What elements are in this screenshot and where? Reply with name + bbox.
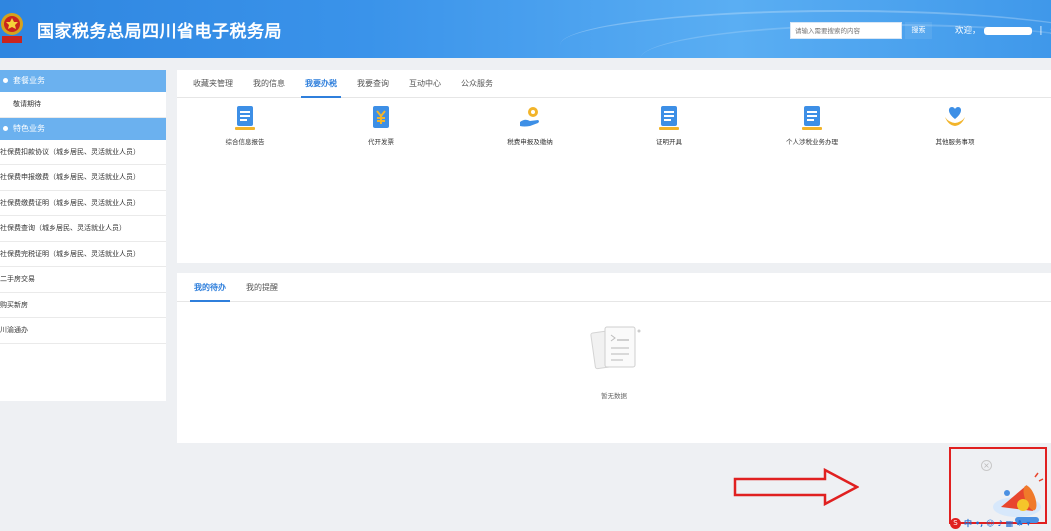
todo-tabs: 我的待办 我的提醒: [177, 273, 1051, 302]
service-personal-tax[interactable]: 个人涉税业务办理: [747, 105, 877, 146]
sidebar-item[interactable]: 购买新房: [0, 293, 166, 318]
invoice-icon: [373, 106, 389, 128]
service-label: 其他服务事项: [935, 138, 975, 146]
sogou-logo-icon[interactable]: S: [950, 518, 961, 529]
sidebar-section-featured[interactable]: 特色业务: [0, 117, 166, 140]
tab-my-info[interactable]: 我的信息: [253, 70, 285, 97]
skin-icon[interactable]: ♣: [1016, 519, 1023, 528]
promo-widget[interactable]: ×: [949, 447, 1047, 524]
tab-interaction[interactable]: 互动中心: [409, 70, 441, 97]
service-invoice[interactable]: 代开发票: [316, 105, 446, 146]
ime-language[interactable]: 中: [964, 518, 972, 529]
certificate-icon: [659, 106, 679, 130]
service-report[interactable]: 综合信息报告: [180, 105, 310, 146]
service-label: 综合信息报告: [225, 138, 265, 146]
service-tax-payment[interactable]: 税费申报及缴纳: [465, 105, 595, 146]
sidebar-item[interactable]: 社保费扣款协议（城乡居民、灵活就业人员）: [0, 140, 166, 165]
ime-toolbar: S 中 •, ☺ ♪ ▦ ♣ ▾: [948, 516, 1051, 531]
welcome-area: 欢迎，|退出: [955, 24, 1051, 36]
sidebar-item[interactable]: 社保费完税证明（城乡居民、灵活就业人员）: [0, 242, 166, 267]
report-icon: [235, 106, 255, 130]
redacted-username: [983, 26, 1032, 35]
service-other[interactable]: 其他服务事项: [890, 105, 1020, 146]
personal-tax-icon: [802, 106, 822, 130]
tab-public-service[interactable]: 公众服务: [461, 70, 493, 97]
sidebar-section-label: 套餐业务: [13, 76, 45, 85]
tab-tax-handling[interactable]: 我要办税: [301, 70, 341, 98]
search-button[interactable]: 搜索: [905, 22, 932, 39]
main-panel: 收藏夹管理 我的信息 我要办税 我要查询 互动中心 公众服务 综合信息报告 代开…: [177, 70, 1051, 263]
sidebar-item[interactable]: 社保费申报缴费（城乡居民、灵活就业人员）: [0, 165, 166, 191]
service-label: 代开发票: [368, 138, 394, 146]
sidebar-item[interactable]: 敬请期待: [0, 92, 166, 118]
tab-my-reminders[interactable]: 我的提醒: [246, 273, 278, 301]
service-label: 税费申报及缴纳: [507, 138, 553, 146]
microphone-icon[interactable]: ♪: [998, 519, 1003, 528]
sidebar-section-package[interactable]: 套餐业务: [0, 70, 166, 92]
main-tabs: 收藏夹管理 我的信息 我要办税 我要查询 互动中心 公众服务: [177, 70, 1051, 98]
punctuation-icon[interactable]: •,: [975, 519, 983, 528]
sidebar: 套餐业务 敬请期待 特色业务 社保费扣款协议（城乡居民、灵活就业人员） 社保费申…: [0, 70, 166, 401]
tab-my-todo[interactable]: 我的待办: [190, 273, 230, 302]
empty-state-text: 暂无数据: [601, 392, 627, 400]
site-title: 国家税务总局四川省电子税务局: [37, 22, 282, 42]
arrow-annotation-icon: [733, 468, 859, 506]
sidebar-item[interactable]: 二手房交易: [0, 267, 166, 293]
sidebar-item[interactable]: 社保费缴费证明（城乡居民、灵活就业人员）: [0, 191, 166, 216]
tab-favorites[interactable]: 收藏夹管理: [193, 70, 233, 97]
heart-hands-icon: [945, 107, 965, 126]
welcome-label: 欢迎，: [955, 26, 981, 36]
service-grid: 综合信息报告 代开发票 税费申报及缴纳 证明开具 个人涉税业务办理 其他服务事项: [177, 105, 1051, 155]
search-input[interactable]: [790, 22, 902, 39]
bullet-icon: [3, 78, 8, 83]
todo-panel: 我的待办 我的提醒 暂无数据: [177, 273, 1051, 443]
separator: |: [1039, 26, 1043, 36]
sidebar-item[interactable]: 川渝通办: [0, 318, 166, 344]
bullet-icon: [3, 125, 8, 131]
sidebar-section-label: 特色业务: [13, 123, 45, 133]
tax-payment-icon: [520, 107, 539, 127]
site-header: 国家税务总局四川省电子税务局 搜索 欢迎，|退出: [0, 0, 1051, 58]
sidebar-item[interactable]: 社保费查询（城乡居民、灵活就业人员）: [0, 216, 166, 242]
service-certificate[interactable]: 证明开具: [604, 105, 734, 146]
service-label: 个人涉税业务办理: [786, 138, 838, 146]
service-label: 证明开具: [656, 138, 682, 146]
empty-document-icon: [590, 326, 641, 370]
keyboard-icon[interactable]: ▦: [1006, 519, 1014, 528]
tab-query[interactable]: 我要查询: [357, 70, 389, 97]
tax-emblem-icon: [1, 13, 23, 43]
toolbox-icon[interactable]: ▾: [1026, 519, 1030, 528]
emoji-icon[interactable]: ☺: [986, 519, 994, 528]
